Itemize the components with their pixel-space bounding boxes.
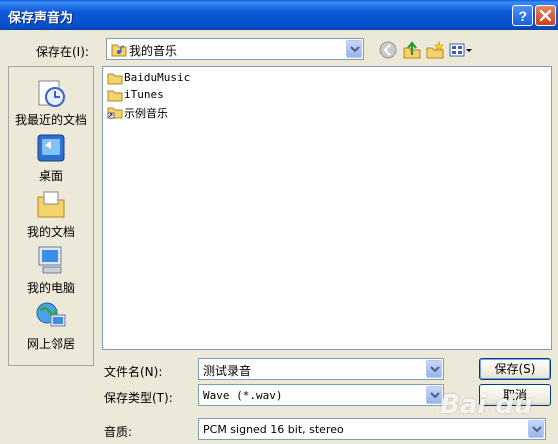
help-icon-glyph: ? bbox=[519, 8, 528, 24]
folder-shortcut-icon bbox=[107, 107, 123, 119]
place-label: 桌面 bbox=[38, 169, 63, 183]
quality-dropdown-button[interactable] bbox=[528, 420, 544, 438]
place-label: 我最近的文档 bbox=[14, 113, 87, 127]
file-name: 示例音乐 bbox=[124, 107, 168, 120]
place-label: 我的文档 bbox=[26, 225, 75, 239]
chevron-down-icon bbox=[532, 426, 542, 433]
save-button[interactable]: 保存(S) bbox=[479, 358, 551, 380]
desktop-icon bbox=[37, 134, 65, 162]
views-menu-button[interactable] bbox=[448, 40, 474, 60]
filetype-label: 保存类型(T): bbox=[104, 391, 173, 405]
place-my-computer[interactable]: 我的电脑 bbox=[9, 243, 93, 299]
music-folder-icon bbox=[111, 44, 127, 57]
place-desktop[interactable]: 桌面 bbox=[9, 131, 93, 187]
back-button[interactable] bbox=[378, 40, 398, 60]
place-label: 网上邻居 bbox=[26, 337, 75, 351]
chevron-down-icon bbox=[430, 366, 440, 373]
filename-input[interactable]: 测试录音 bbox=[198, 358, 444, 380]
up-folder-button[interactable] bbox=[402, 40, 422, 60]
quality-select[interactable]: PCM signed 16 bit, stereo bbox=[198, 418, 546, 440]
quality-label: 音质: bbox=[104, 425, 133, 439]
place-my-documents[interactable]: 我的文档 bbox=[9, 187, 93, 243]
views-menu-icon bbox=[449, 43, 472, 57]
file-list[interactable]: BaiduMusic iTunes 示例音乐 bbox=[102, 66, 552, 350]
filename-value: 测试录音 bbox=[203, 364, 252, 378]
quality-value: PCM signed 16 bit, stereo bbox=[203, 423, 344, 436]
places-bar: 我最近的文档 桌面 我的文档 我的电脑 网上邻居 bbox=[8, 66, 94, 366]
place-network[interactable]: 网上邻居 bbox=[9, 299, 93, 355]
my-documents-icon bbox=[37, 191, 65, 218]
chevron-down-icon bbox=[430, 392, 440, 399]
recent-icon bbox=[38, 80, 65, 107]
network-icon bbox=[36, 302, 66, 327]
close-button[interactable] bbox=[535, 5, 556, 26]
lookin-label: 保存在(I): bbox=[36, 45, 89, 59]
filename-label: 文件名(N): bbox=[104, 365, 163, 379]
place-recent[interactable]: 我最近的文档 bbox=[9, 75, 93, 131]
filetype-value: Wave (*.wav) bbox=[203, 389, 283, 402]
file-name: iTunes bbox=[124, 88, 164, 101]
new-folder-button[interactable] bbox=[425, 40, 445, 60]
help-icon: ? bbox=[519, 8, 528, 24]
filetype-select[interactable]: Wave (*.wav) bbox=[198, 384, 444, 406]
help-button[interactable]: ? bbox=[512, 5, 533, 26]
lookin-combo[interactable]: 我的音乐 bbox=[106, 38, 364, 60]
new-folder-icon bbox=[426, 41, 444, 59]
filename-dropdown-button[interactable] bbox=[426, 360, 442, 378]
save-sound-dialog: 保存声音为 ? 保存在(I): 我的音乐 我最近的文档 桌面 我的文档 我的电脑… bbox=[0, 0, 558, 444]
close-icon bbox=[539, 9, 552, 22]
file-name: BaiduMusic bbox=[124, 71, 191, 84]
watermark: Bai du bbox=[440, 390, 533, 420]
place-label: 我的电脑 bbox=[26, 281, 75, 295]
title-bar[interactable]: 保存声音为 ? bbox=[0, 0, 558, 30]
chevron-down-icon bbox=[350, 46, 360, 53]
up-folder-icon bbox=[403, 41, 421, 59]
window-title: 保存声音为 bbox=[8, 11, 74, 26]
folder-icon bbox=[107, 73, 123, 85]
lookin-dropdown-button[interactable] bbox=[346, 40, 362, 58]
lookin-value: 我的音乐 bbox=[129, 44, 178, 58]
my-computer-icon bbox=[38, 246, 62, 274]
folder-icon bbox=[107, 90, 123, 102]
back-icon bbox=[379, 41, 397, 59]
